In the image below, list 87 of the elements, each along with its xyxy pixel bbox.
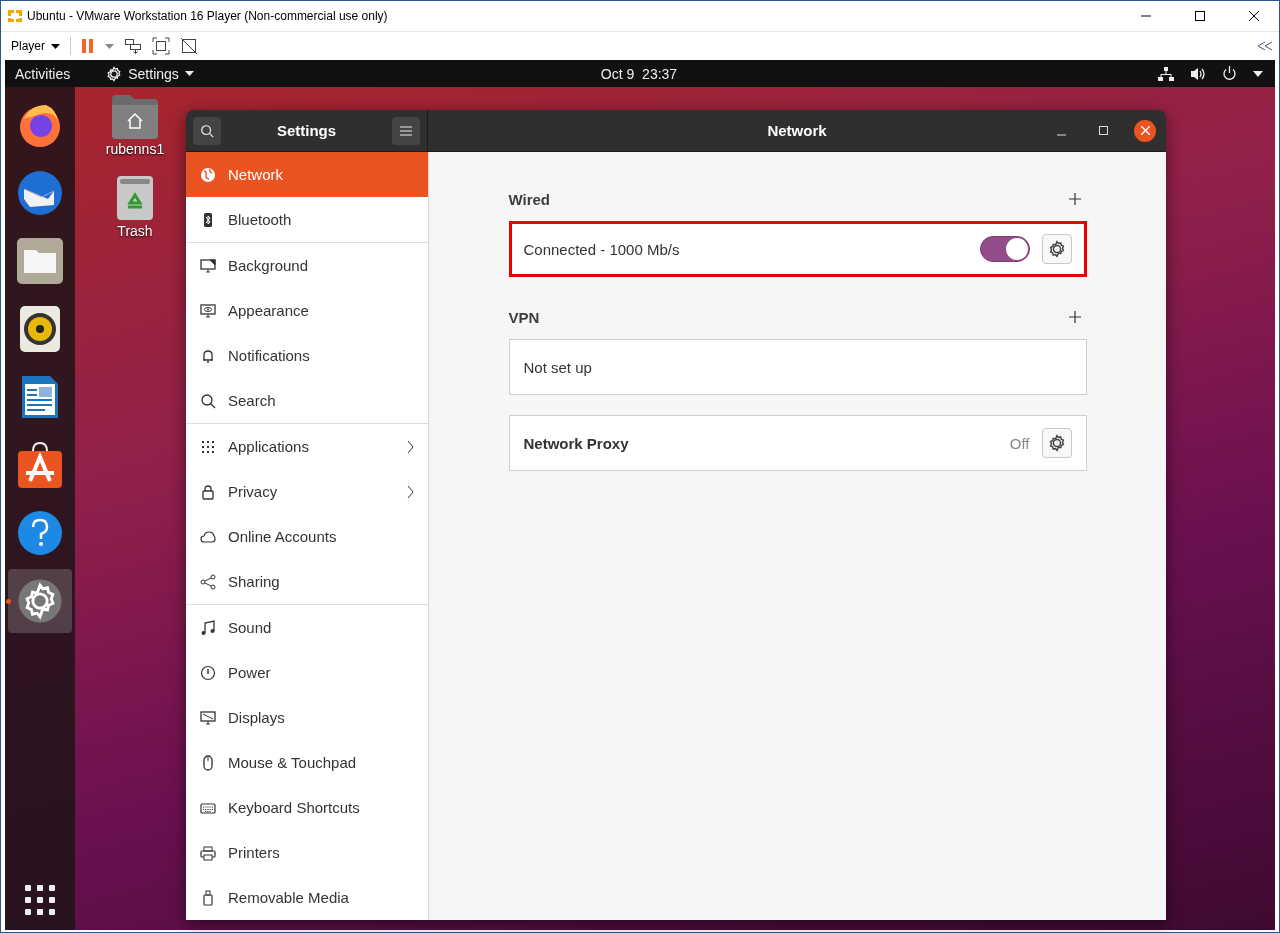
search-button[interactable] bbox=[193, 116, 221, 145]
globe-icon bbox=[200, 166, 216, 183]
panel-title: Network bbox=[767, 122, 827, 139]
caret-icon[interactable] bbox=[1253, 70, 1263, 77]
search-icon bbox=[200, 392, 216, 409]
speaker-icon bbox=[20, 306, 60, 352]
help-icon bbox=[17, 510, 63, 556]
sidebar-item[interactable]: Sharing bbox=[186, 559, 428, 604]
lock-icon bbox=[200, 483, 216, 500]
sidebar-item[interactable]: Network bbox=[186, 152, 428, 197]
sidebar-item[interactable]: Displays bbox=[186, 695, 428, 740]
monitor-icon bbox=[200, 709, 216, 726]
dock-item[interactable] bbox=[8, 569, 72, 633]
sidebar-item[interactable]: Background bbox=[186, 243, 428, 288]
connection-status: Connected - 1000 Mb/s bbox=[523, 240, 681, 258]
gear-icon bbox=[106, 65, 123, 82]
mail-icon bbox=[16, 169, 64, 217]
monitor-icon bbox=[200, 302, 216, 319]
sidebar-item[interactable]: Online Accounts bbox=[186, 514, 428, 559]
printer-icon bbox=[200, 844, 216, 861]
gear-icon bbox=[17, 578, 63, 624]
caret-icon bbox=[51, 43, 60, 49]
music-note-icon bbox=[200, 619, 216, 636]
sidebar-item[interactable]: Removable Media bbox=[186, 875, 428, 920]
desktop-icon-label[interactable]: Trash bbox=[117, 223, 153, 239]
power-icon[interactable] bbox=[1222, 66, 1237, 81]
sidebar-item[interactable]: Bluetooth bbox=[186, 197, 428, 242]
row-title: Network Proxy bbox=[523, 434, 630, 452]
grid-icon bbox=[200, 438, 216, 455]
folder-icon bbox=[17, 238, 63, 284]
send-keys-icon[interactable] bbox=[124, 38, 142, 54]
bell-icon bbox=[200, 347, 216, 364]
monitor-icon bbox=[200, 257, 216, 274]
search-icon bbox=[200, 123, 214, 138]
settings-button[interactable] bbox=[1041, 234, 1072, 264]
sidebar-item[interactable]: Search bbox=[186, 378, 428, 423]
home-folder-icon[interactable] bbox=[112, 95, 158, 139]
settings-button[interactable] bbox=[1041, 428, 1072, 458]
unity-mode-icon[interactable] bbox=[180, 37, 198, 55]
toggle-switch[interactable] bbox=[979, 236, 1030, 262]
app-grid-icon[interactable] bbox=[24, 884, 56, 916]
document-icon bbox=[20, 374, 60, 420]
pause-icon[interactable] bbox=[81, 38, 95, 54]
list-row[interactable]: Network Proxy Off bbox=[508, 415, 1087, 471]
maximize-icon bbox=[1195, 11, 1205, 21]
status-text: Off bbox=[1009, 434, 1030, 452]
sidebar-item[interactable]: Applications bbox=[186, 424, 428, 469]
clock[interactable]: Oct 9 23:37 bbox=[600, 65, 678, 82]
collapse-icon[interactable] bbox=[1257, 41, 1273, 51]
sidebar-item[interactable]: Power bbox=[186, 650, 428, 695]
section-heading: VPN bbox=[508, 308, 540, 326]
vmware-logo-icon bbox=[7, 8, 23, 24]
close-button[interactable] bbox=[1134, 119, 1156, 142]
app-menu[interactable]: Settings bbox=[106, 65, 194, 82]
maximize-icon bbox=[1098, 126, 1108, 135]
shopping-bag-icon bbox=[17, 441, 63, 489]
player-menu[interactable]: Player bbox=[11, 39, 60, 53]
power-icon bbox=[200, 664, 216, 681]
window-title: Ubuntu - VMware Workstation 16 Player (Non-commercial use only) bbox=[27, 9, 388, 23]
volume-icon[interactable] bbox=[1190, 66, 1206, 81]
section-heading: Wired bbox=[508, 190, 551, 208]
cloud-icon bbox=[200, 528, 216, 545]
desktop-icon-label[interactable]: rubenns1 bbox=[105, 141, 165, 157]
app-menu-label: Settings bbox=[128, 65, 179, 82]
sidebar-item[interactable]: Privacy bbox=[186, 469, 428, 514]
activities-button[interactable]: Activities bbox=[15, 65, 71, 82]
menu-icon bbox=[400, 125, 412, 136]
gear-icon bbox=[1047, 240, 1066, 258]
close-icon bbox=[1249, 11, 1259, 21]
sidebar-item[interactable]: Sound bbox=[186, 605, 428, 650]
fullscreen-icon[interactable] bbox=[152, 37, 170, 55]
minimize-icon bbox=[1056, 133, 1066, 136]
share-icon bbox=[200, 573, 216, 590]
menu-button[interactable] bbox=[392, 116, 420, 145]
sidebar-item[interactable]: Appearance bbox=[186, 288, 428, 333]
caret-icon bbox=[184, 71, 194, 76]
usb-drive-icon bbox=[200, 889, 216, 906]
mouse-icon bbox=[200, 754, 216, 771]
network-icon[interactable] bbox=[1158, 66, 1174, 81]
sidebar-title: Settings bbox=[276, 122, 337, 139]
empty-message: Not set up bbox=[523, 358, 593, 376]
close-icon bbox=[1140, 126, 1150, 135]
sidebar-item[interactable]: Mouse & Touchpad bbox=[186, 740, 428, 785]
sidebar-item[interactable]: Notifications bbox=[186, 333, 428, 378]
sidebar-item[interactable]: Keyboard Shortcuts bbox=[186, 785, 428, 830]
sidebar-item[interactable]: Printers bbox=[186, 830, 428, 875]
gear-icon bbox=[1047, 434, 1066, 452]
